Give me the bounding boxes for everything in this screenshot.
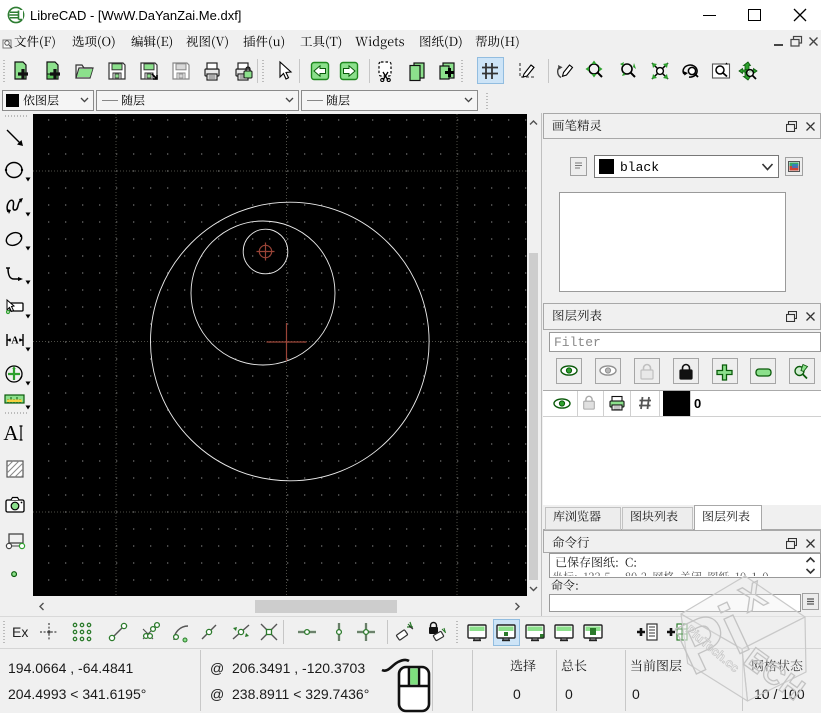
svg-text:A: A	[11, 336, 19, 347]
svg-text:A: A	[3, 421, 19, 445]
